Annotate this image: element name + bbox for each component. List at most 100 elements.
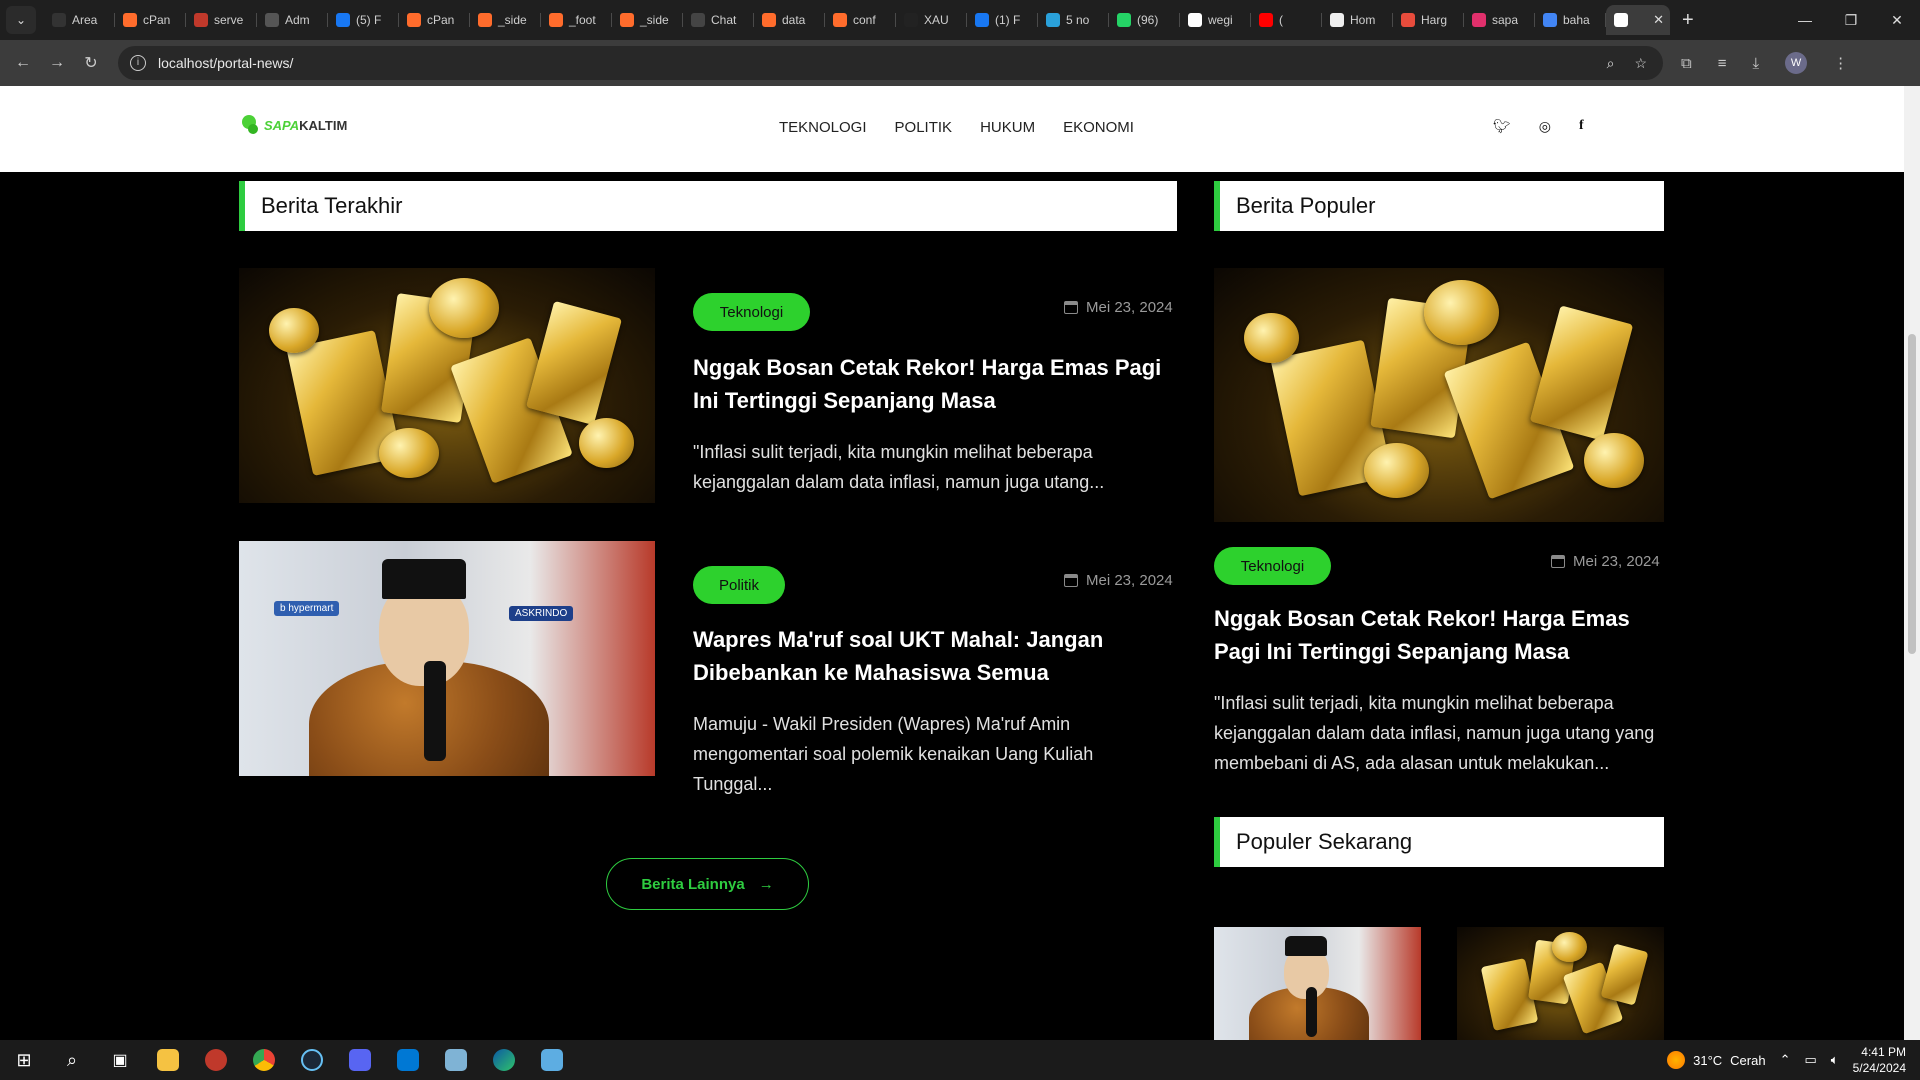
tab-favicon-icon [1401,13,1415,27]
browser-tab[interactable]: conf [825,5,896,35]
app-window-icon[interactable] [528,1040,576,1080]
browser-tab[interactable]: (1) F [967,5,1038,35]
site-logo[interactable]: SAPA KALTIM [240,112,347,138]
forward-button[interactable]: → [40,54,74,72]
vscode-icon[interactable] [384,1040,432,1080]
clock[interactable]: 4:41 PM 5/24/2024 [1853,1044,1906,1076]
windows-start-icon[interactable]: ⊞ [0,1050,48,1071]
nav-link-ekonomi[interactable]: EKONOMI [1063,119,1134,136]
browser-tab[interactable]: data [754,5,825,35]
network-icon[interactable]: ▭ [1805,1052,1817,1068]
restore-button[interactable]: ❐ [1828,12,1874,29]
trending-thumbnail-2[interactable] [1457,927,1664,1040]
profile-avatar[interactable]: W [1785,52,1808,74]
minimize-button[interactable]: — [1782,12,1828,29]
clock-time: 4:41 PM [1861,1045,1906,1059]
post-2-title[interactable]: Wapres Ma'ruf soal UKT Mahal: Jangan Dib… [693,623,1163,689]
popular-post-thumbnail[interactable] [1214,268,1664,522]
browser-tab[interactable]: cPan [399,5,470,35]
close-window-button[interactable]: ✕ [1874,12,1920,29]
browser-tab[interactable]: cPan [115,5,186,35]
active-browser-tab[interactable]: ✕ [1606,5,1670,35]
download-icon[interactable]: ⤓ [1752,55,1759,72]
browser-tab[interactable]: Harg [1393,5,1464,35]
url-text[interactable]: localhost/portal-news/ [158,55,293,71]
tab-label: _side [498,13,527,27]
post-1-category-badge[interactable]: Teknologi [693,293,810,331]
browser-tab[interactable]: baha [1535,5,1606,35]
reload-button[interactable]: ↻ [74,53,108,73]
search-icon[interactable]: ⌕ [48,1040,96,1080]
tab-favicon-icon [833,13,847,27]
address-bar[interactable]: i localhost/portal-news/ ⌕ ☆ [118,46,1663,80]
tab-search-menu-button[interactable]: ⌄ [6,6,36,34]
browser-tab-bar: ⌄ Area cPan serve Adm (5) F cPan _side _foot _si… [0,0,1920,40]
zoom-icon[interactable]: ⌕ [1607,55,1615,72]
popular-post-category-badge[interactable]: Teknologi [1214,547,1331,585]
steam-icon[interactable] [288,1040,336,1080]
browser-tab[interactable]: sapa [1464,5,1535,35]
post-1-excerpt: "Inflasi sulit terjadi, kita mungkin mel… [693,442,1105,492]
volume-icon[interactable]: 🔈︎ [1831,1052,1839,1068]
task-view-icon[interactable]: ▣ [96,1040,144,1080]
app-red-icon[interactable] [192,1040,240,1080]
main-navigation: TEKNOLOGI POLITIK HUKUM EKONOMI [779,119,1162,136]
browser-tab[interactable]: XAU [896,5,967,35]
nav-link-teknologi[interactable]: TEKNOLOGI [779,119,867,136]
browser-menu-icon[interactable]: ⋮ [1833,54,1848,72]
browser-tab[interactable]: wegi [1180,5,1251,35]
browser-tab[interactable]: (96) [1109,5,1180,35]
tab-label: wegi [1208,13,1233,27]
scrollbar-thumb[interactable] [1908,334,1916,654]
post-1-title[interactable]: Nggak Bosan Cetak Rekor! Harga Emas Pagi… [693,351,1183,417]
twitter-icon[interactable]: 🐦︎ [1493,118,1511,135]
notepad-icon[interactable] [432,1040,480,1080]
browser-tab[interactable]: serve [186,5,257,35]
browser-tab[interactable]: Area [44,5,115,35]
browser-tab[interactable]: _foot [541,5,612,35]
tab-label: (96) [1137,13,1159,27]
new-tab-button[interactable]: + [1682,9,1694,32]
browser-tab[interactable]: 5 no [1038,5,1109,35]
post-1-thumbnail[interactable] [239,268,655,503]
browser-tab[interactable]: Adm [257,5,328,35]
tab-label: Harg [1421,13,1448,27]
nav-link-hukum[interactable]: HUKUM [980,119,1035,136]
tab-favicon-icon [1117,13,1131,27]
instagram-icon[interactable]: ◎ [1539,118,1551,135]
tab-favicon-icon [407,13,421,27]
media-control-icon[interactable]: ≡ [1718,55,1727,72]
post-2-date-text: Mei 23, 2024 [1086,572,1173,589]
chrome-icon[interactable] [240,1040,288,1080]
bookmark-star-icon[interactable]: ☆ [1634,55,1647,72]
weather-widget[interactable]: 31°C Cerah [1667,1051,1766,1069]
close-tab-icon[interactable]: ✕ [1653,12,1664,28]
back-button[interactable]: ← [6,54,40,72]
browser-tab[interactable]: (5) F [328,5,399,35]
browser-tab[interactable]: ( [1251,5,1322,35]
post-2-thumbnail[interactable]: b hypermart ASKRINDO [239,541,655,776]
browser-tab[interactable]: _side [612,5,683,35]
file-explorer-icon[interactable] [144,1040,192,1080]
chevron-up-icon[interactable]: ⌃ [1780,1052,1791,1068]
post-2-category-badge[interactable]: Politik [693,566,785,604]
trending-thumbnail-1[interactable] [1214,927,1421,1040]
extensions-icon[interactable]: ⧉ [1681,55,1692,72]
facebook-icon[interactable]: f [1579,118,1584,135]
window-controls: — ❐ ✕ [1782,12,1920,29]
tab-favicon-icon [52,13,66,27]
browser-tab[interactable]: Chat [683,5,754,35]
browser-tab[interactable]: _side [470,5,541,35]
tab-label: baha [1563,13,1590,27]
discord-icon[interactable] [336,1040,384,1080]
edge-icon[interactable] [480,1040,528,1080]
page-scrollbar[interactable] [1904,86,1920,1040]
browser-tab[interactable]: Hom [1322,5,1393,35]
tab-label: 5 no [1066,13,1090,27]
page-content: Berita Terakhir Teknologi Mei 23, 2024 N… [0,172,1904,1040]
nav-link-politik[interactable]: POLITIK [895,119,953,136]
site-info-icon[interactable]: i [130,55,146,71]
popular-post-title[interactable]: Nggak Bosan Cetak Rekor! Harga Emas Pagi… [1214,602,1669,668]
site-header: SAPA KALTIM TEKNOLOGI POLITIK HUKUM EKON… [0,86,1904,172]
more-news-button[interactable]: Berita Lainnya → [606,858,809,910]
